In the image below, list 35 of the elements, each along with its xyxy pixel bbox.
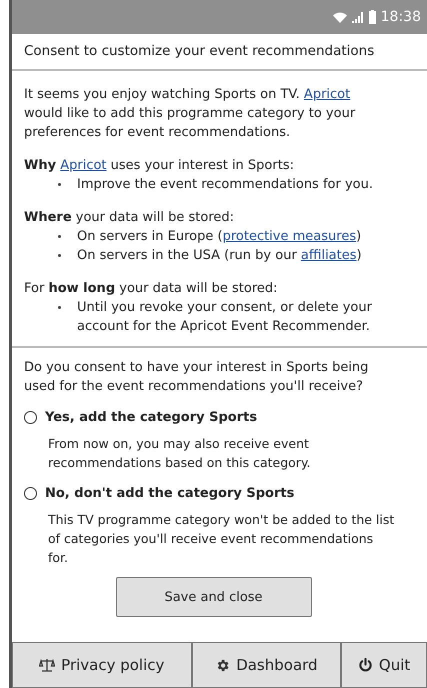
radio-button[interactable] — [24, 411, 37, 424]
paragraph: It seems you enjoy watching Sports on TV. Apricot would like to add this programme category to your preferences for event recommendations. — [24, 86, 356, 142]
link[interactable]: protective measures — [222, 229, 356, 244]
paragraph: For how long your data will be stored: — [24, 280, 279, 298]
option-label[interactable]: No, don't add the category Sports — [45, 484, 294, 503]
question: Do you consent to have your interest in Sports being used for the event recommendations you'll receive? — [24, 359, 370, 396]
bullet-icon — [58, 254, 61, 257]
power-icon — [358, 657, 373, 673]
bullet-text: Until you revoke your consent, or delete your account for the Apricot Event Recommender. — [77, 299, 373, 336]
paragraph: Why Apricot uses your interest in Sports: — [24, 157, 295, 175]
bullet-icon — [58, 306, 61, 309]
paragraph: Where your data will be stored: — [24, 209, 236, 227]
radio-button[interactable] — [24, 487, 37, 500]
gear-icon — [215, 658, 230, 672]
bullet-text: On servers in the USA (run by our affiliates) — [77, 247, 362, 265]
link[interactable]: Apricot — [60, 158, 107, 173]
scale-icon — [39, 658, 56, 672]
bullet-icon — [58, 235, 61, 238]
link[interactable]: affiliates — [300, 248, 357, 263]
bullet-text: On servers in Europe (protective measures) — [77, 228, 362, 246]
clock: 18:38 — [380, 9, 421, 25]
bullet-icon — [58, 183, 61, 186]
dashboard-button[interactable]: Dashboard — [192, 642, 342, 688]
option-description: This TV programme category won't be added to the list of categories you'll receive event recommendations for. — [47, 511, 396, 567]
signal-icon — [352, 12, 364, 22]
option-description: From now on, you may also receive event recommendations based on this category. — [47, 435, 312, 472]
battery-icon — [368, 10, 376, 24]
quit-button[interactable]: Quit — [341, 642, 427, 688]
privacy-button[interactable]: Privacy policy — [12, 642, 192, 688]
bullet-text: Improve the event recommendations for you. — [77, 176, 373, 194]
option-label[interactable]: Yes, add the category Sports — [45, 408, 258, 427]
link[interactable]: Apricot — [304, 87, 350, 102]
wifi-icon — [332, 12, 347, 22]
dialog-title: Consent to customize your event recommendations — [12, 34, 427, 71]
save-button[interactable]: Save and close — [116, 577, 312, 617]
